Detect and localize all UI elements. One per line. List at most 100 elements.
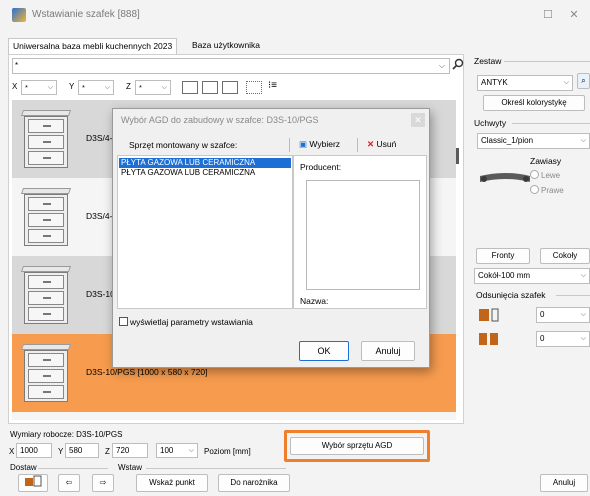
filter-y-select[interactable]: * ⌵ xyxy=(78,80,114,95)
list-item-label: D3S-10 xyxy=(86,289,115,299)
odsuniecie1-value: 0 xyxy=(540,310,545,319)
agd-dialog: Wybór AGD do zabudowy w szafce: D3S-10/P… xyxy=(112,108,430,368)
agd-button-highlight xyxy=(284,430,430,462)
delete-icon: ✕ xyxy=(367,139,375,149)
producer-label: Producent: xyxy=(300,162,342,172)
window-title: Wstawianie szafek [888] xyxy=(32,9,140,20)
filter-x-label: X xyxy=(12,82,18,91)
maximize-icon[interactable]: ☐ xyxy=(534,6,562,24)
chevron-down-icon: ⌵ xyxy=(161,84,167,91)
dostaw-label: Dostaw xyxy=(10,463,37,472)
producer-preview xyxy=(306,180,420,290)
divider xyxy=(38,468,108,469)
close-icon[interactable]: ✕ xyxy=(411,113,425,127)
equipment-header-label: Sprzęt montowany w szafce: xyxy=(129,140,238,150)
view-list-icon[interactable]: ⁝≡ xyxy=(268,80,284,93)
tab-user-library[interactable]: Baza użytkownika xyxy=(188,38,264,54)
list-item[interactable]: PŁYTA GAZOWA LUB CERAMICZNA xyxy=(119,168,291,178)
checkbox-box xyxy=(119,317,128,326)
anuluj-main-button[interactable]: Anuluj xyxy=(540,474,588,492)
search-icon[interactable]: ⌕ xyxy=(577,73,590,89)
uchwyty-value: Classic_1/pion xyxy=(481,136,534,145)
chevron-down-icon: ⌵ xyxy=(563,79,569,86)
y-input[interactable]: 580 xyxy=(65,443,99,458)
search-value: * xyxy=(15,61,19,70)
chevron-down-icon: ⌵ xyxy=(580,137,586,144)
uchwyty-select[interactable]: Classic_1/pion ⌵ xyxy=(477,133,590,149)
x-label: X xyxy=(9,447,15,456)
tab-universal-library[interactable]: Uniwersalna baza mebli kuchennych 2023 xyxy=(8,38,178,54)
wskaz-punkt-button[interactable]: Wskaż punkt xyxy=(136,474,208,492)
list-item[interactable]: PŁYTA GAZOWA LUB CERAMICZNA xyxy=(119,158,291,168)
equipment-list[interactable]: PŁYTA GAZOWA LUB CERAMICZNA PŁYTA GAZOWA… xyxy=(117,155,293,309)
cokol-value: Cokół-100 mm xyxy=(478,271,531,280)
zestaw-value: ANTYK xyxy=(481,78,508,87)
uchwyty-label: Uchwyty xyxy=(474,118,507,128)
chevron-down-icon: ⌵ xyxy=(104,84,110,91)
kolorystyka-button[interactable]: Określ kolorystykę xyxy=(483,95,585,111)
filter-z-select[interactable]: * ⌵ xyxy=(135,80,171,95)
chevron-down-icon: ⌵ xyxy=(580,272,586,279)
lewe-label: Lewe xyxy=(541,171,561,180)
divider xyxy=(512,123,590,124)
close-icon[interactable]: ✕ xyxy=(560,6,588,24)
cabinet-thumbnail xyxy=(20,188,72,246)
chevron-down-icon: ⌵ xyxy=(188,447,194,454)
search-icon[interactable] xyxy=(452,58,466,74)
view-large-icon[interactable] xyxy=(182,81,198,94)
dialog-title: Wybór AGD do zabudowy w szafce: D3S-10/P… xyxy=(121,115,319,125)
choose-icon: ▣ xyxy=(299,139,308,149)
move-right-button[interactable]: ⇨ xyxy=(92,474,114,492)
odsuniecie2-select[interactable]: 0 ⌵ xyxy=(536,331,590,347)
divider xyxy=(146,468,286,469)
view-grid-icon[interactable] xyxy=(246,81,262,94)
move-left-button[interactable]: ⇦ xyxy=(58,474,80,492)
show-params-checkbox[interactable]: wyświetlaj parametry wstawiania xyxy=(119,317,253,327)
odsuniecie1-select[interactable]: 0 ⌵ xyxy=(536,307,590,323)
do-naroznika-button[interactable]: Do narożnika xyxy=(218,474,290,492)
dialog-cancel-button[interactable]: Anuluj xyxy=(361,341,415,361)
name-label: Nazwa: xyxy=(300,296,329,306)
list-item[interactable] xyxy=(12,412,456,420)
zestaw-label: Zestaw xyxy=(474,56,502,66)
cabinet-thumbnail xyxy=(20,344,72,402)
poziom-select[interactable]: 100 ⌵ xyxy=(156,443,198,458)
z-input[interactable]: 720 xyxy=(112,443,148,458)
title-bar: Wstawianie szafek [888] ☐ ✕ xyxy=(0,0,590,30)
dostaw-icon-button[interactable] xyxy=(18,474,48,492)
view-small-icon[interactable] xyxy=(222,81,238,94)
filter-z-label: Z xyxy=(126,82,131,91)
search-combobox[interactable]: * ⌵ xyxy=(12,58,450,74)
prawe-radio[interactable]: Prawe xyxy=(530,185,564,195)
cokol-select[interactable]: Cokół-100 mm ⌵ xyxy=(474,268,590,284)
filter-x-value: * xyxy=(25,83,28,92)
filter-x-select[interactable]: * ⌵ xyxy=(21,80,57,95)
chevron-down-icon: ⌵ xyxy=(580,335,586,342)
wymiary-label: Wymiary robocze: D3S-10/PGS xyxy=(10,430,123,439)
choose-button[interactable]: ▣ Wybierz xyxy=(299,139,340,150)
odsuniecie2-value: 0 xyxy=(540,334,545,343)
checkbox-label: wyświetlaj parametry wstawiania xyxy=(130,317,253,327)
offset-cabinet-icon xyxy=(478,308,500,322)
filter-y-value: * xyxy=(82,83,85,92)
choose-label: Wybierz xyxy=(309,139,341,149)
x-input[interactable]: 1000 xyxy=(16,443,52,458)
cabinet-thumbnail xyxy=(20,110,72,168)
zestaw-select[interactable]: ANTYK ⌵ xyxy=(477,75,573,91)
view-medium-icon[interactable] xyxy=(202,81,218,94)
list-scrollbar[interactable] xyxy=(456,148,459,164)
delete-button[interactable]: ✕ Usuń xyxy=(367,139,396,150)
poziom-label: Poziom [mm] xyxy=(204,447,251,456)
divider xyxy=(289,138,290,152)
divider xyxy=(504,61,590,62)
dialog-header: Sprzęt montowany w szafce: ▣ Wybierz ✕ U… xyxy=(117,135,427,155)
ok-button[interactable]: OK xyxy=(299,341,349,361)
offset-corner-icon xyxy=(478,332,500,346)
prawe-label: Prawe xyxy=(541,186,564,195)
wstaw-label: Wstaw xyxy=(118,463,142,472)
fronty-button[interactable]: Fronty xyxy=(476,248,530,264)
lewe-radio[interactable]: Lewe xyxy=(530,170,560,180)
divider xyxy=(357,138,358,152)
cokoly-button[interactable]: Cokoły xyxy=(540,248,590,264)
odsuniecia-label: Odsunięcia szafek xyxy=(476,290,546,300)
